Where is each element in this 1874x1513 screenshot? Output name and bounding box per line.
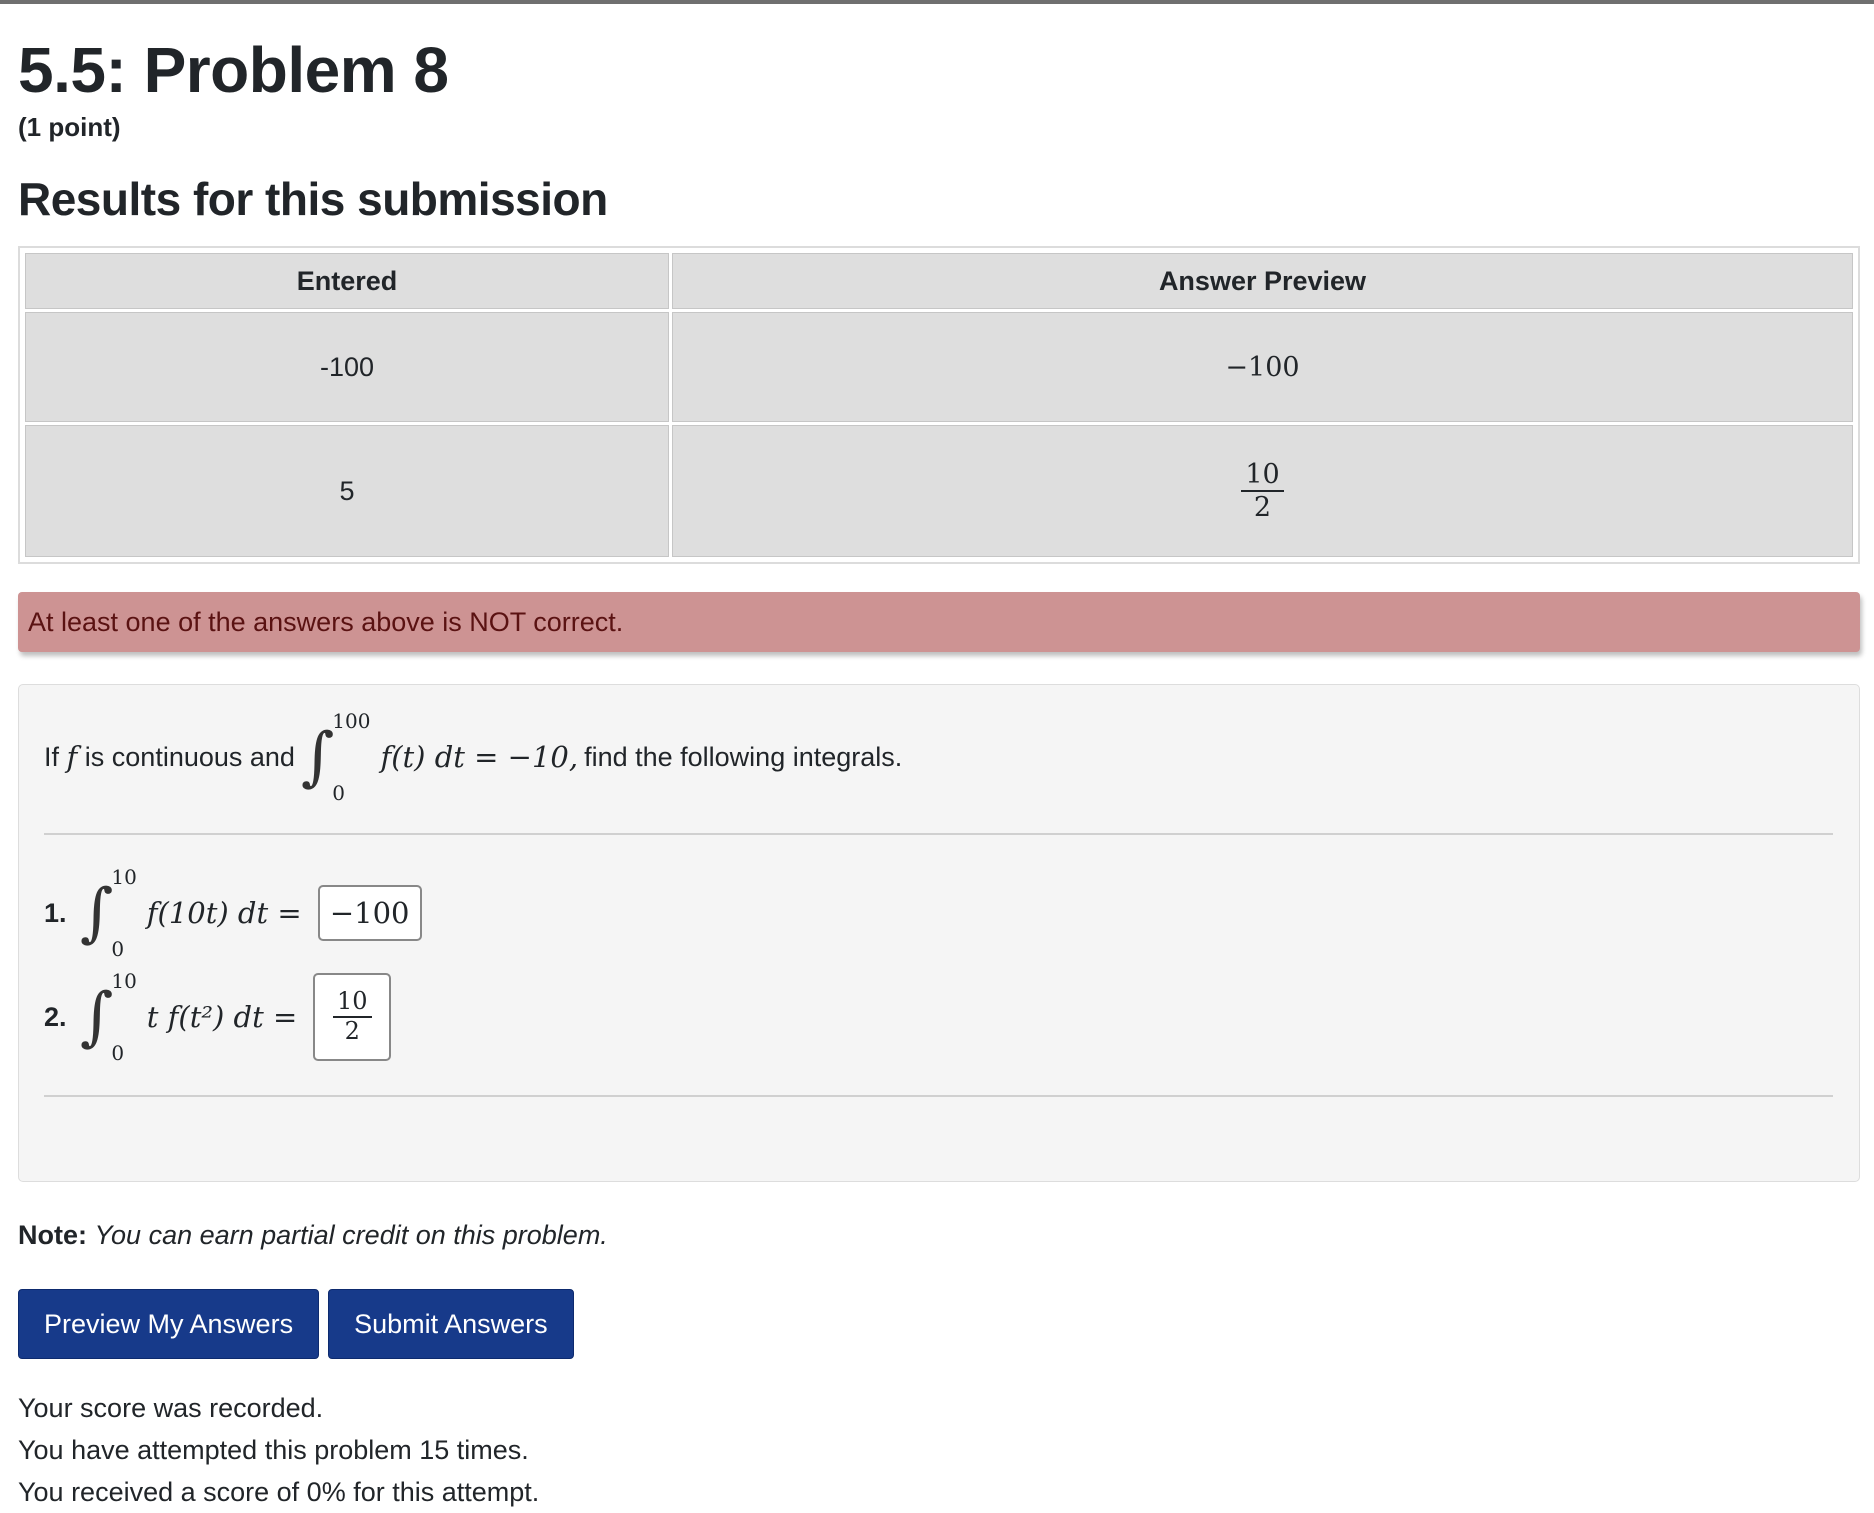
statement-prefix: If — [44, 741, 60, 772]
fraction-numerator: 10 — [332, 988, 372, 1018]
fraction-denominator: 2 — [344, 1017, 360, 1045]
status-line: Your score was recorded. — [18, 1393, 324, 1423]
table-row: 5 10 2 — [25, 425, 1853, 557]
integral-limits: 100 0 — [332, 709, 370, 805]
statement-variable: f — [66, 740, 78, 774]
answer-input-1[interactable]: −100 — [317, 885, 422, 941]
lower-limit: 0 — [111, 1041, 125, 1065]
note-text: You can earn partial credit on this prob… — [94, 1220, 608, 1250]
integral-limits: 10 0 — [111, 865, 136, 961]
column-header-answer-preview: Answer Preview — [672, 253, 1853, 309]
upper-limit: 10 — [111, 969, 137, 993]
entered-cell: -100 — [25, 312, 669, 422]
submission-status: Your score was recorded. You have attemp… — [18, 1387, 1864, 1513]
integrand: f(t) dt = −10, — [380, 740, 579, 774]
top-rule — [0, 0, 1874, 4]
part-number: 1. — [44, 897, 67, 928]
upper-limit: 100 — [332, 709, 371, 733]
results-heading: Results for this submission — [18, 173, 608, 225]
integral-limits: 10 0 — [111, 969, 136, 1065]
answer-input-2[interactable]: 10 2 — [313, 973, 392, 1061]
divider — [44, 1095, 1833, 1097]
note-label: Note: — [18, 1220, 87, 1250]
integral-expression: ∫ 10 0 f(10t) dt = — [80, 865, 302, 961]
preview-fraction: 10 2 — [1241, 459, 1284, 523]
integral-sign-icon: ∫ — [80, 980, 114, 1054]
part-1: 1. ∫ 10 0 f(10t) dt = −100 — [44, 861, 1833, 965]
integral-sign-icon: ∫ — [300, 720, 335, 794]
incorrect-alert: At least one of the answers above is NOT… — [18, 592, 1860, 652]
statement-suffix: find the following integrals. — [584, 741, 903, 772]
preview-cell: −100 — [672, 312, 1853, 422]
problem-body: If f is continuous and ∫ 100 0 f(t) dt =… — [18, 684, 1860, 1182]
problem-statement: If f is continuous and ∫ 100 0 f(t) dt =… — [44, 707, 1833, 807]
results-header-row: Entered Answer Preview — [25, 253, 1853, 309]
page-title: 5.5: Problem 8 — [18, 34, 449, 106]
fraction-denominator: 2 — [1253, 492, 1272, 523]
part-number: 2. — [44, 1001, 67, 1032]
results-table: Entered Answer Preview -100 −100 5 10 2 — [22, 250, 1856, 560]
partial-credit-note: Note: You can earn partial credit on thi… — [18, 1220, 1864, 1251]
column-header-entered: Entered — [25, 253, 669, 309]
problem-page: 5.5: Problem 8 (1 point) Results for thi… — [18, 30, 1864, 1513]
points-label: (1 point) — [18, 112, 121, 142]
preview-answers-button[interactable]: Preview My Answers — [18, 1289, 320, 1359]
divider — [44, 833, 1833, 835]
integral-expression: ∫ 10 0 t f(t²) dt = — [80, 969, 298, 1065]
integral-sign-icon: ∫ — [80, 876, 114, 950]
status-line: You received a score of 0% for this atte… — [18, 1477, 540, 1507]
integrand: f(10t) dt = — [146, 896, 302, 930]
integrand: t f(t²) dt = — [146, 1000, 298, 1034]
lower-limit: 0 — [332, 781, 346, 805]
status-line: You have attempted this problem 15 times… — [18, 1435, 529, 1465]
statement-mid: is continuous and — [84, 741, 295, 772]
preview-cell: 10 2 — [672, 425, 1853, 557]
fraction-numerator: 10 — [1241, 459, 1284, 492]
part-2: 2. ∫ 10 0 t f(t²) dt = 10 2 — [44, 965, 1833, 1069]
submit-answers-button[interactable]: Submit Answers — [328, 1289, 574, 1359]
action-buttons: Preview My Answers Submit Answers — [18, 1289, 1864, 1359]
results-table-container: Entered Answer Preview -100 −100 5 10 2 — [18, 246, 1860, 564]
entered-cell: 5 — [25, 425, 669, 557]
answer-fraction: 10 2 — [332, 988, 372, 1045]
lower-limit: 0 — [111, 937, 125, 961]
table-row: -100 −100 — [25, 312, 1853, 422]
upper-limit: 10 — [111, 865, 137, 889]
integral-expression: ∫ 100 0 f(t) dt = −10, — [300, 709, 579, 805]
